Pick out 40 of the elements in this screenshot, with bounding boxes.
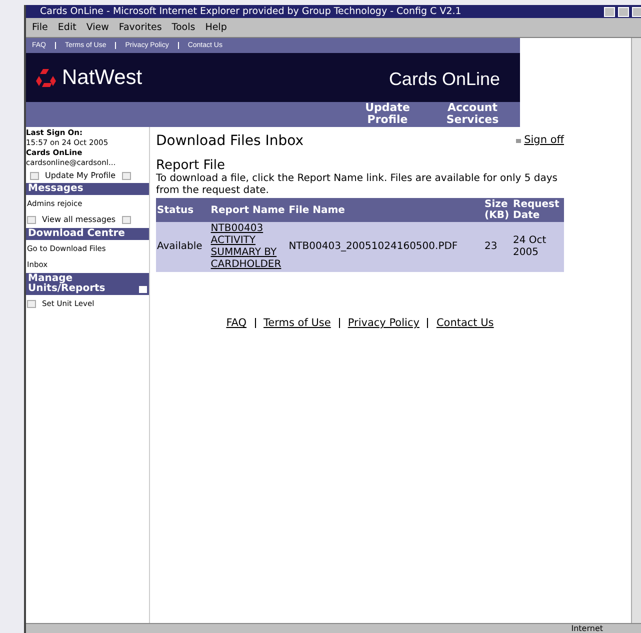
- sidebar-link[interactable]: View all messages: [42, 215, 116, 224]
- sign-off-link[interactable]: Sign off: [516, 130, 564, 149]
- menu-item[interactable]: Help: [205, 22, 227, 33]
- close-button[interactable]: [632, 6, 641, 16]
- menu-item[interactable]: Favorites: [118, 22, 162, 33]
- footer-link[interactable]: FAQ: [226, 317, 247, 329]
- menu-item[interactable]: Edit: [58, 22, 76, 33]
- help-icon: [139, 286, 147, 293]
- zone-label: Internet: [571, 624, 603, 633]
- app-title: Cards OnLine: [388, 69, 500, 90]
- nav-link[interactable]: Account Services: [445, 102, 500, 127]
- column-header: Report Name: [210, 198, 288, 222]
- report-link[interactable]: NTB00403 ACTIVITY SUMMARY BY CARDHOLDER: [210, 223, 287, 271]
- column-header: File Name: [288, 198, 484, 222]
- nav-link[interactable]: Update Profile: [360, 102, 415, 127]
- window-title: Cards OnLine - Microsoft Internet Explorer provided by Group Technology - Config C V2.1: [40, 5, 462, 18]
- page-title: Download Files Inbox: [156, 133, 304, 149]
- instructions: To download a file, click the Report Name link. Files are available for only 5 days from the request date.: [156, 173, 558, 197]
- menu-item[interactable]: View: [86, 22, 109, 33]
- section-title: Manage Units/Reports: [28, 274, 106, 294]
- footer-link[interactable]: Terms of Use: [264, 317, 331, 329]
- brand-name: NatWest: [62, 66, 142, 90]
- footer-link[interactable]: Contact Us: [436, 317, 494, 329]
- maximize-button[interactable]: [618, 6, 629, 16]
- profile-link[interactable]: Update My Profile: [45, 171, 116, 180]
- table-cell: Available: [156, 222, 210, 272]
- table-cell: NTB00403_20051024160500.PDF: [288, 222, 484, 272]
- section-title: Messages: [28, 184, 84, 194]
- minimize-button[interactable]: [604, 6, 615, 16]
- menu-item[interactable]: Tools: [172, 22, 196, 33]
- menu-item[interactable]: File: [32, 22, 48, 33]
- column-header: Size (KB): [484, 198, 512, 222]
- section-title: Report File: [156, 159, 226, 173]
- section-title: Download Centre: [28, 229, 125, 239]
- column-header: Request Date: [512, 198, 564, 222]
- table-cell: 23: [484, 222, 512, 272]
- logo-icon: [36, 68, 56, 86]
- column-header: Status: [156, 198, 210, 222]
- footer-link[interactable]: Privacy Policy: [348, 317, 420, 329]
- table-cell: 24 Oct 2005: [512, 222, 564, 272]
